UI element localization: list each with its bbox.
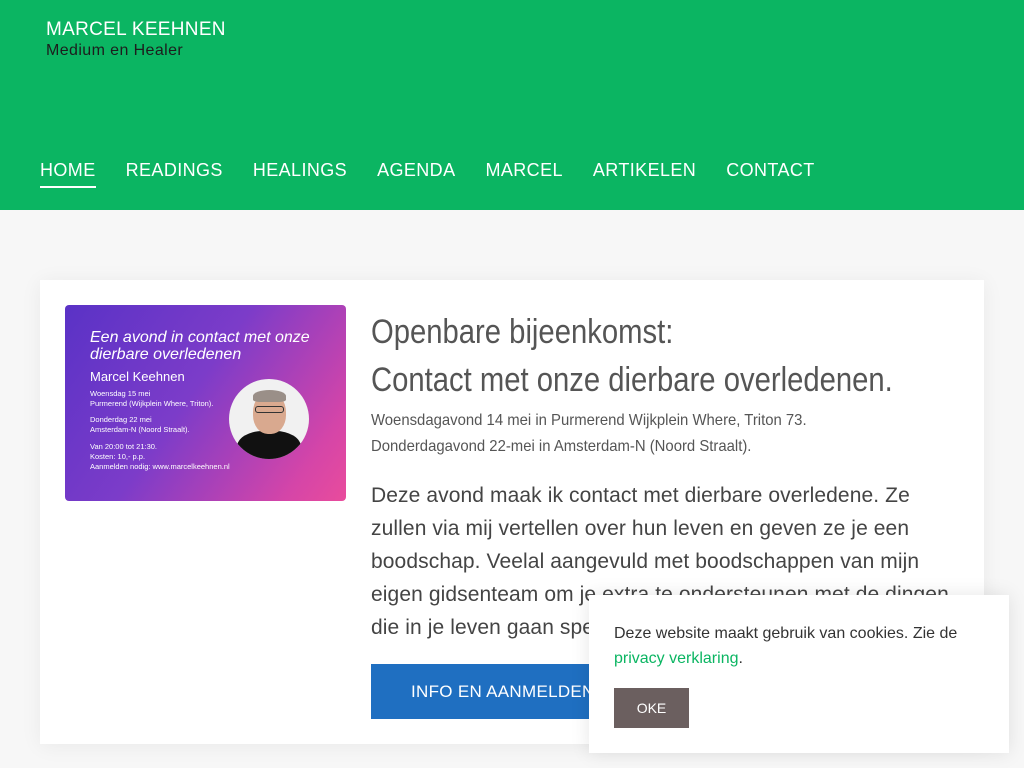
nav-item-agenda[interactable]: AGENDA bbox=[377, 158, 455, 188]
site-header: MARCEL KEEHNEN Medium en Healer HOME REA… bbox=[0, 0, 1024, 210]
nav-item-home[interactable]: HOME bbox=[40, 158, 96, 188]
cookie-period: . bbox=[738, 650, 743, 667]
banner-name: Marcel Keehnen bbox=[90, 369, 185, 384]
cookie-text: Deze website maakt gebruik van cookies. … bbox=[614, 625, 958, 642]
banner-cost: Kosten: 10,- p.p. bbox=[90, 452, 146, 461]
banner-date-1: Woensdag 15 mei bbox=[90, 389, 151, 398]
cookie-banner: Deze website maakt gebruik van cookies. … bbox=[589, 595, 1009, 753]
event-banner-image[interactable]: Een avond in contact met onze dierbare o… bbox=[65, 305, 346, 501]
nav-item-artikelen[interactable]: ARTIKELEN bbox=[593, 158, 696, 188]
event-heading-line-2: Contact met onze dierbare overledenen. bbox=[371, 361, 893, 399]
main-nav: HOME READINGS HEALINGS AGENDA MARCEL ART… bbox=[40, 158, 815, 188]
event-date-2: Donderdagavond 22-mei in Amsterdam-N (No… bbox=[371, 438, 752, 455]
event-date-1: Woensdagavond 14 mei in Purmerend Wijkpl… bbox=[371, 412, 807, 429]
banner-title: Een avond in contact met onze dierbare o… bbox=[90, 329, 310, 363]
nav-item-healings[interactable]: HEALINGS bbox=[253, 158, 347, 188]
info-signup-button[interactable]: INFO EN AANMELDEN bbox=[371, 664, 603, 719]
cookie-message: Deze website maakt gebruik van cookies. … bbox=[614, 621, 984, 671]
banner-location-1: Purmerend (Wijkplein Where, Triton). bbox=[90, 399, 214, 408]
portrait-photo bbox=[229, 379, 309, 459]
event-heading: Openbare bijeenkomst: Contact met onze d… bbox=[371, 308, 893, 404]
privacy-link[interactable]: privacy verklaring bbox=[614, 650, 738, 667]
nav-item-contact[interactable]: CONTACT bbox=[726, 158, 814, 188]
event-heading-line-1: Openbare bijeenkomst: bbox=[371, 313, 674, 351]
event-dates: Woensdagavond 14 mei in Purmerend Wijkpl… bbox=[371, 408, 892, 460]
banner-time: Van 20:00 tot 21:30. bbox=[90, 442, 157, 451]
banner-date-2: Donderdag 22 mei bbox=[90, 415, 152, 424]
nav-item-readings[interactable]: READINGS bbox=[126, 158, 223, 188]
site-tagline: Medium en Healer bbox=[46, 42, 184, 59]
nav-item-marcel[interactable]: MARCEL bbox=[485, 158, 562, 188]
site-name[interactable]: MARCEL KEEHNEN bbox=[46, 19, 226, 41]
banner-location-2: Amsterdam-N (Noord Straalt). bbox=[90, 425, 190, 434]
cookie-accept-button[interactable]: OKE bbox=[614, 688, 689, 728]
banner-signup: Aanmelden nodig: www.marcelkeehnen.nl bbox=[90, 462, 230, 471]
